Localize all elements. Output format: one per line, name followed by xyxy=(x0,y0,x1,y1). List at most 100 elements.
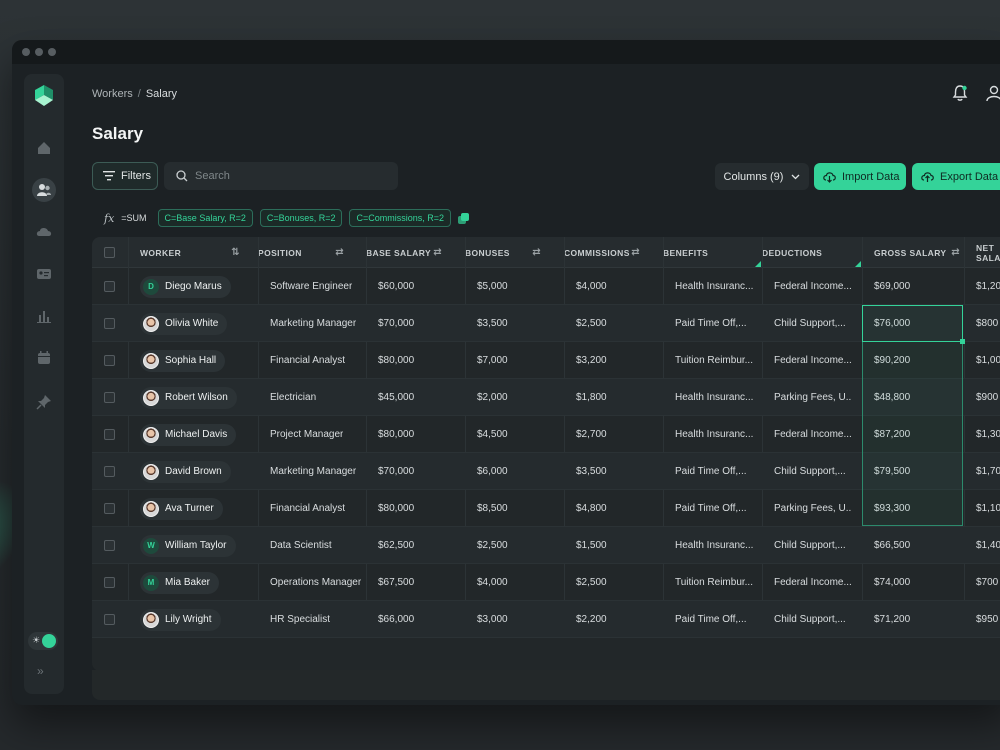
active-cell[interactable] xyxy=(862,305,965,344)
worker-chip[interactable]: Lily Wright xyxy=(140,608,221,631)
table-row[interactable]: Lily Wright HR Specialist $66,000 $3,000 $2,… xyxy=(92,601,1000,638)
cell-position[interactable]: Software Engineer xyxy=(270,268,352,305)
cell-benefits[interactable]: Health Insuranc... xyxy=(675,268,755,305)
cell-base-salary[interactable]: $67,500 xyxy=(378,564,414,601)
cell-commissions[interactable]: $1,500 xyxy=(576,527,607,564)
cell-base-salary[interactable]: $80,000 xyxy=(378,416,414,453)
header-bonuses[interactable]: BONUSES ⇄ xyxy=(465,237,551,268)
adjust-icon[interactable]: ⇄ xyxy=(631,247,640,258)
formula-chip[interactable]: C=Commissions, R=2 xyxy=(349,209,451,227)
cell-commissions[interactable]: $1,800 xyxy=(576,379,607,416)
window-dot[interactable] xyxy=(22,48,30,56)
row-checkbox[interactable] xyxy=(104,318,115,329)
row-checkbox[interactable] xyxy=(104,392,115,403)
worker-chip[interactable]: Michael Davis xyxy=(140,423,237,446)
cell-position[interactable]: Marketing Manager xyxy=(270,305,356,342)
adjust-icon[interactable]: ⇄ xyxy=(433,247,442,258)
cell-position[interactable]: Marketing Manager xyxy=(270,453,356,490)
formula-chip[interactable]: C=Bonuses, R=2 xyxy=(259,209,343,227)
cell-bonuses[interactable]: $3,500 xyxy=(477,305,508,342)
pin-icon[interactable] xyxy=(32,390,56,414)
breadcrumb-parent[interactable]: Workers xyxy=(92,88,133,100)
fill-handle[interactable] xyxy=(960,339,965,344)
cell-net-salary[interactable]: $1,700 xyxy=(976,453,1000,490)
table-row[interactable]: M Mia Baker Operations Manager $67,500 $4,00… xyxy=(92,564,1000,601)
adjust-icon[interactable]: ⇄ xyxy=(532,247,541,258)
worker-chip[interactable]: Sophia Hall xyxy=(140,349,226,372)
cell-deductions[interactable]: Child Support,... xyxy=(774,453,852,490)
cell-bonuses[interactable]: $5,000 xyxy=(477,268,508,305)
cell-net-salary[interactable]: $1,400 xyxy=(976,527,1000,564)
worker-chip[interactable]: D Diego Marus xyxy=(140,275,231,298)
columns-dropdown[interactable]: Columns (9) xyxy=(715,163,809,190)
cell-position[interactable]: Operations Manager xyxy=(270,564,361,601)
cell-net-salary[interactable]: $1,100 xyxy=(976,490,1000,527)
cell-benefits[interactable]: Paid Time Off,... xyxy=(675,453,755,490)
cell-deductions[interactable]: Federal Income... xyxy=(774,564,852,601)
theme-toggle[interactable]: ☀ xyxy=(28,632,58,650)
cell-deductions[interactable]: Parking Fees, U... xyxy=(774,379,852,416)
cell-commissions[interactable]: $2,200 xyxy=(576,601,607,638)
row-checkbox[interactable] xyxy=(104,281,115,292)
cell-deductions[interactable]: Federal Income... xyxy=(774,268,852,305)
cell-bonuses[interactable]: $2,500 xyxy=(477,527,508,564)
cell-commissions[interactable]: $2,500 xyxy=(576,564,607,601)
formula-bar[interactable]: fx =SUM C=Base Salary, R=2 C=Bonuses, R=… xyxy=(104,209,469,227)
cell-gross-salary[interactable]: $71,200 xyxy=(874,601,910,638)
cell-commissions[interactable]: $3,500 xyxy=(576,453,607,490)
row-checkbox[interactable] xyxy=(104,355,115,366)
cell-base-salary[interactable]: $70,000 xyxy=(378,305,414,342)
expand-sidebar-icon[interactable]: » xyxy=(37,664,44,678)
cell-deductions[interactable]: Child Support,... xyxy=(774,601,852,638)
cell-benefits[interactable]: Paid Time Off,... xyxy=(675,305,755,342)
cell-benefits[interactable]: Tuition Reimbur... xyxy=(675,342,755,379)
cell-base-salary[interactable]: $80,000 xyxy=(378,490,414,527)
id-card-icon[interactable] xyxy=(32,262,56,286)
worker-chip[interactable]: David Brown xyxy=(140,460,231,483)
cell-net-salary[interactable]: $1,300 xyxy=(976,416,1000,453)
search-input[interactable] xyxy=(195,170,375,182)
cell-base-salary[interactable]: $45,000 xyxy=(378,379,414,416)
users-icon[interactable] xyxy=(32,178,56,202)
worker-chip[interactable]: W William Taylor xyxy=(140,534,236,557)
cell-gross-salary[interactable]: $69,000 xyxy=(874,268,910,305)
row-checkbox[interactable] xyxy=(104,614,115,625)
cell-commissions[interactable]: $4,800 xyxy=(576,490,607,527)
header-worker[interactable]: WORKER ⇅ xyxy=(140,237,250,268)
cell-net-salary[interactable]: $700 xyxy=(976,564,998,601)
export-data-button[interactable]: Export Data xyxy=(912,163,1000,190)
cell-deductions[interactable]: Child Support,... xyxy=(774,527,852,564)
cell-deductions[interactable]: Federal Income... xyxy=(774,416,852,453)
header-base-salary[interactable]: BASE SALARY ⇄ xyxy=(366,237,452,268)
select-all-checkbox[interactable] xyxy=(104,247,115,258)
header-deductions[interactable]: DEDUCTIONS xyxy=(762,237,862,268)
cell-position[interactable]: Financial Analyst xyxy=(270,342,345,379)
table-row[interactable]: W William Taylor Data Scientist $62,500 $2,5… xyxy=(92,527,1000,564)
cell-position[interactable]: Financial Analyst xyxy=(270,490,345,527)
cell-benefits[interactable]: Paid Time Off,... xyxy=(675,490,755,527)
window-dot[interactable] xyxy=(48,48,56,56)
home-icon[interactable] xyxy=(32,136,56,160)
cell-bonuses[interactable]: $7,000 xyxy=(477,342,508,379)
cell-base-salary[interactable]: $62,500 xyxy=(378,527,414,564)
filters-button[interactable]: Filters xyxy=(92,162,158,190)
formula-chip[interactable]: C=Base Salary, R=2 xyxy=(157,209,253,227)
cell-position[interactable]: Data Scientist xyxy=(270,527,332,564)
calendar-icon[interactable] xyxy=(32,346,56,370)
cell-benefits[interactable]: Health Insuranc... xyxy=(675,379,755,416)
row-checkbox[interactable] xyxy=(104,503,115,514)
cell-bonuses[interactable]: $8,500 xyxy=(477,490,508,527)
cell-commissions[interactable]: $2,500 xyxy=(576,305,607,342)
cell-commissions[interactable]: $2,700 xyxy=(576,416,607,453)
cell-bonuses[interactable]: $3,000 xyxy=(477,601,508,638)
sort-icon[interactable]: ⇅ xyxy=(231,247,240,258)
header-benefits[interactable]: BENEFITS xyxy=(663,237,762,268)
search-box[interactable] xyxy=(164,162,398,190)
adjust-icon[interactable]: ⇄ xyxy=(335,247,344,258)
cell-deductions[interactable]: Federal Income... xyxy=(774,342,852,379)
worker-chip[interactable]: Olivia White xyxy=(140,312,228,335)
adjust-icon[interactable]: ⇄ xyxy=(951,247,960,258)
cell-net-salary[interactable]: $900 xyxy=(976,379,998,416)
worker-chip[interactable]: M Mia Baker xyxy=(140,571,220,594)
cell-net-salary[interactable]: $1,000 xyxy=(976,342,1000,379)
